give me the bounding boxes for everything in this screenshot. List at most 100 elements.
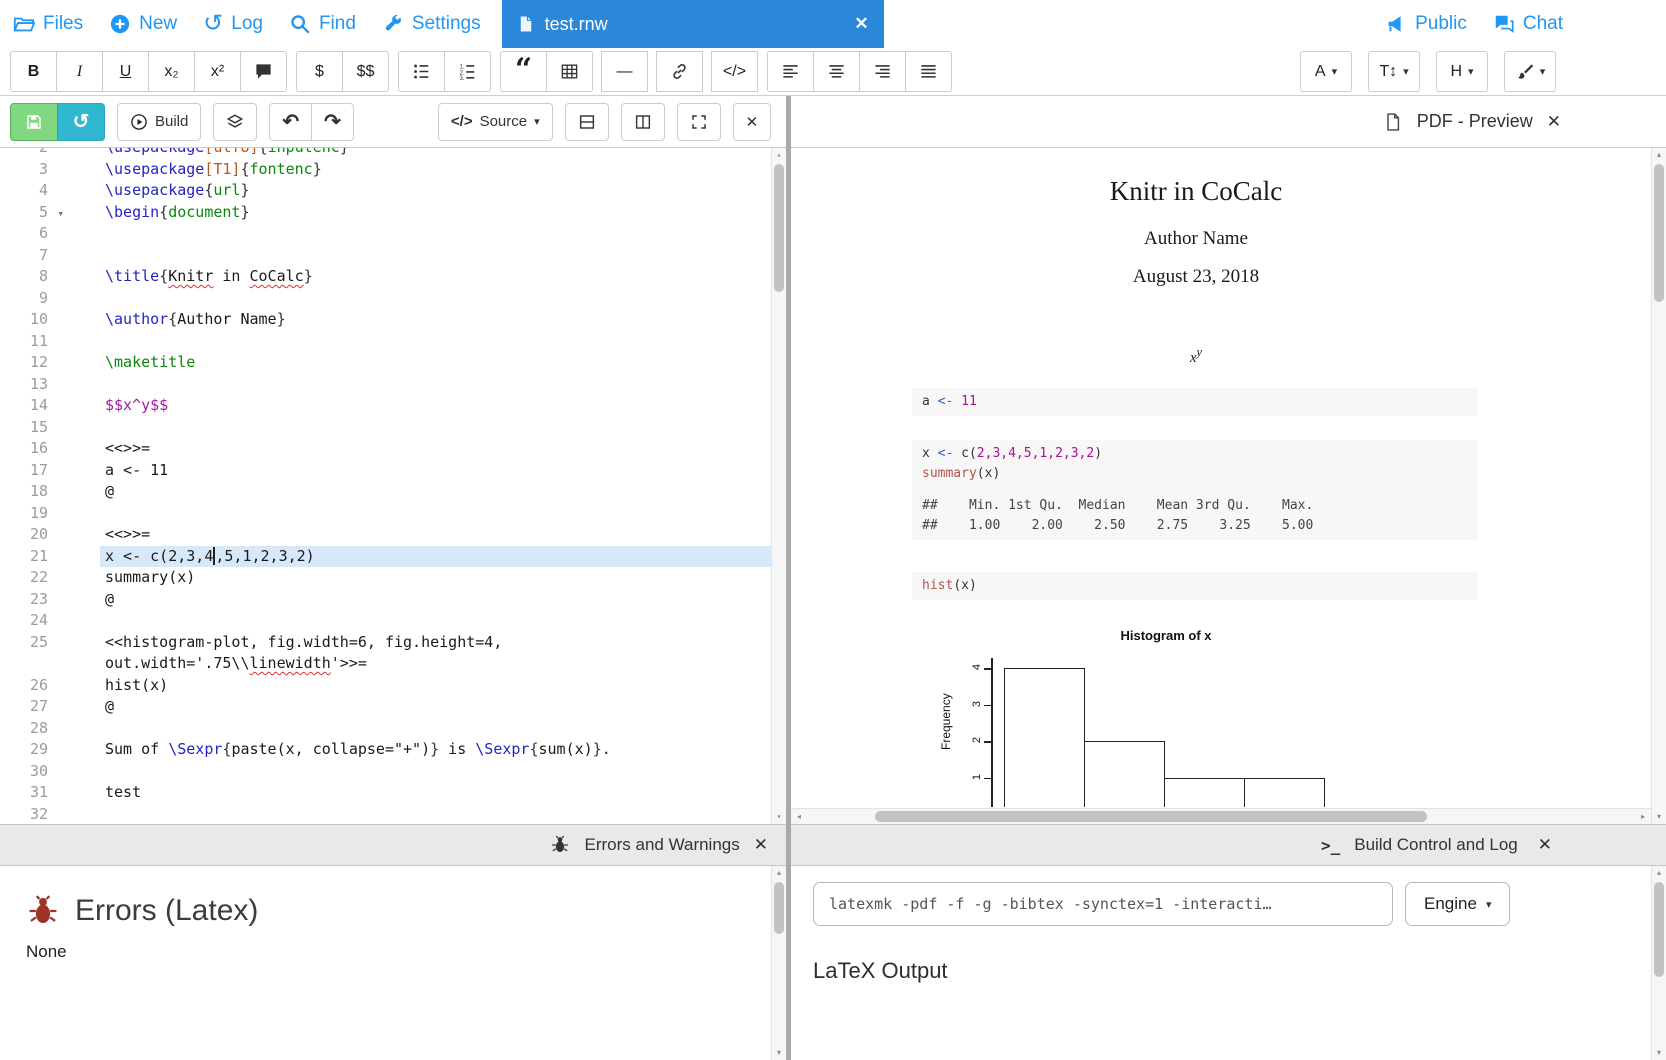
editor-line[interactable]: 12\maketitle (0, 352, 786, 374)
pdf-preview[interactable]: Knitr in CoCalc Author Name August 23, 2… (791, 148, 1666, 824)
code-editor[interactable]: 2\usepackage[utf8]{inputenc}3\usepackage… (0, 148, 786, 824)
find-button[interactable]: Find (276, 0, 369, 48)
close-build-icon[interactable]: ✕ (1538, 835, 1552, 855)
scroll-up-icon[interactable]: ▴ (772, 149, 786, 161)
scroll-down-icon[interactable]: ▾ (772, 811, 786, 823)
scrollbar-thumb[interactable] (774, 882, 784, 934)
scroll-up-icon[interactable]: ▴ (1652, 149, 1666, 161)
italic-button[interactable]: I (56, 51, 103, 92)
log-button[interactable]: ↺ Log (190, 0, 276, 48)
superscript-button[interactable]: x² (194, 51, 241, 92)
settings-button[interactable]: Settings (369, 0, 494, 48)
new-button[interactable]: New (96, 0, 190, 48)
editor-line[interactable]: 4\usepackage{url} (0, 180, 786, 202)
bold-button[interactable]: B (10, 51, 57, 92)
editor-line[interactable]: 29Sum of \Sexpr{paste(x, collapse="+")} … (0, 739, 786, 761)
editor-line[interactable]: 21x <- c(2,3,4,5,1,2,3,2) (0, 546, 786, 568)
editor-line[interactable]: 18@ (0, 481, 786, 503)
redo-button[interactable]: ↷ (311, 103, 354, 141)
comment-button[interactable] (240, 51, 287, 92)
bullet-list-button[interactable] (398, 51, 445, 92)
align-center-button[interactable] (813, 51, 860, 92)
editor-line[interactable]: 2\usepackage[utf8]{inputenc} (0, 148, 786, 159)
editor-line[interactable]: 8\title{Knitr in CoCalc} (0, 266, 786, 288)
source-view-dropdown[interactable]: </>Source▾ (438, 103, 553, 141)
blockquote-button[interactable]: “ (500, 51, 547, 92)
split-vertical-button[interactable] (621, 103, 665, 141)
editor-line[interactable]: 20<<>>= (0, 524, 786, 546)
align-right-button[interactable] (859, 51, 906, 92)
link-button[interactable] (656, 51, 703, 92)
editor-line[interactable]: 11 (0, 331, 786, 353)
close-editor-button[interactable]: ✕ (733, 103, 772, 141)
editor-line[interactable]: 7 (0, 245, 786, 267)
chat-button[interactable]: Chat (1480, 13, 1576, 35)
editor-line[interactable]: 26hist(x) (0, 675, 786, 697)
scrollbar-thumb[interactable] (875, 811, 1427, 822)
style-brush-button[interactable]: ▾ (1504, 51, 1556, 92)
editor-line[interactable]: 9 (0, 288, 786, 310)
numbered-list-button[interactable]: 1.2.3. (444, 51, 491, 92)
undo-button[interactable]: ↶ (269, 103, 312, 141)
display-math-button[interactable]: $$ (342, 51, 389, 92)
justify-button[interactable] (905, 51, 952, 92)
editor-line[interactable]: 28 (0, 718, 786, 740)
editor-line[interactable]: 10\author{Author Name} (0, 309, 786, 331)
pdf-horizontal-scrollbar[interactable]: ◂ ▸ (791, 808, 1651, 824)
fullscreen-button[interactable] (677, 103, 721, 141)
scrollbar-thumb[interactable] (1654, 164, 1664, 302)
scroll-down-icon[interactable]: ▾ (1652, 1047, 1666, 1059)
code-button[interactable]: </> (711, 51, 758, 92)
build-scrollbar[interactable]: ▴ ▾ (1651, 866, 1666, 1060)
editor-line[interactable]: 22summary(x) (0, 567, 786, 589)
editor-line[interactable]: 3\usepackage[T1]{fontenc} (0, 159, 786, 181)
editor-line[interactable]: 31test (0, 782, 786, 804)
tab-close-icon[interactable]: ✕ (854, 14, 868, 34)
editor-line[interactable]: 15 (0, 417, 786, 439)
scrollbar-thumb[interactable] (1654, 882, 1664, 977)
scrollbar-thumb[interactable] (774, 164, 784, 292)
editor-line[interactable]: 16<<>>= (0, 438, 786, 460)
inline-math-button[interactable]: $ (296, 51, 343, 92)
editor-line[interactable]: 27@ (0, 696, 786, 718)
files-button[interactable]: Files (0, 0, 96, 48)
close-preview-icon[interactable]: ✕ (1547, 112, 1561, 132)
scroll-up-icon[interactable]: ▴ (772, 867, 786, 879)
build-button[interactable]: Build (117, 103, 201, 141)
public-button[interactable]: Public (1372, 13, 1480, 35)
errors-scrollbar[interactable]: ▴ ▾ (771, 866, 786, 1060)
scroll-left-icon[interactable]: ◂ (793, 809, 805, 824)
editor-line[interactable]: 6 (0, 223, 786, 245)
editor-line[interactable]: 24 (0, 610, 786, 632)
scroll-down-icon[interactable]: ▾ (1652, 811, 1666, 823)
editor-line[interactable]: 25<<histogram-plot, fig.width=6, fig.hei… (0, 632, 786, 654)
scroll-up-icon[interactable]: ▴ (1652, 867, 1666, 879)
font-color-button[interactable]: A▾ (1300, 51, 1352, 92)
scroll-down-icon[interactable]: ▾ (772, 1047, 786, 1059)
editor-line[interactable]: 19 (0, 503, 786, 525)
align-left-button[interactable] (767, 51, 814, 92)
pdf-vertical-scrollbar[interactable]: ▴ ▾ (1651, 148, 1666, 824)
subscript-button[interactable]: x₂ (148, 51, 195, 92)
horizontal-rule-button[interactable]: — (601, 51, 648, 92)
heading-button[interactable]: H▾ (1436, 51, 1488, 92)
editor-line[interactable]: 23@ (0, 589, 786, 611)
editor-line[interactable]: 17a <- 11 (0, 460, 786, 482)
tab-test-rnw[interactable]: test.rnw ✕ (502, 0, 884, 48)
editor-line[interactable]: 13 (0, 374, 786, 396)
editor-line[interactable]: 5▾\begin{document} (0, 202, 786, 224)
editor-line[interactable]: 32 (0, 804, 786, 825)
editor-line[interactable]: out.width='.75\\linewidth'>>= (0, 653, 786, 675)
underline-button[interactable]: U (102, 51, 149, 92)
engine-dropdown[interactable]: Engine▾ (1405, 882, 1510, 926)
layers-button[interactable] (213, 103, 257, 141)
scroll-right-icon[interactable]: ▸ (1637, 809, 1649, 824)
editor-scrollbar[interactable]: ▴ ▾ (771, 148, 786, 824)
editor-line[interactable]: 14$$x^y$$ (0, 395, 786, 417)
font-size-button[interactable]: T↕▾ (1368, 51, 1420, 92)
table-button[interactable] (546, 51, 593, 92)
fold-marker-icon[interactable]: ▾ (57, 203, 64, 225)
split-horizontal-button[interactable] (565, 103, 609, 141)
editor-line[interactable]: 30 (0, 761, 786, 783)
build-command-input[interactable] (813, 882, 1393, 926)
